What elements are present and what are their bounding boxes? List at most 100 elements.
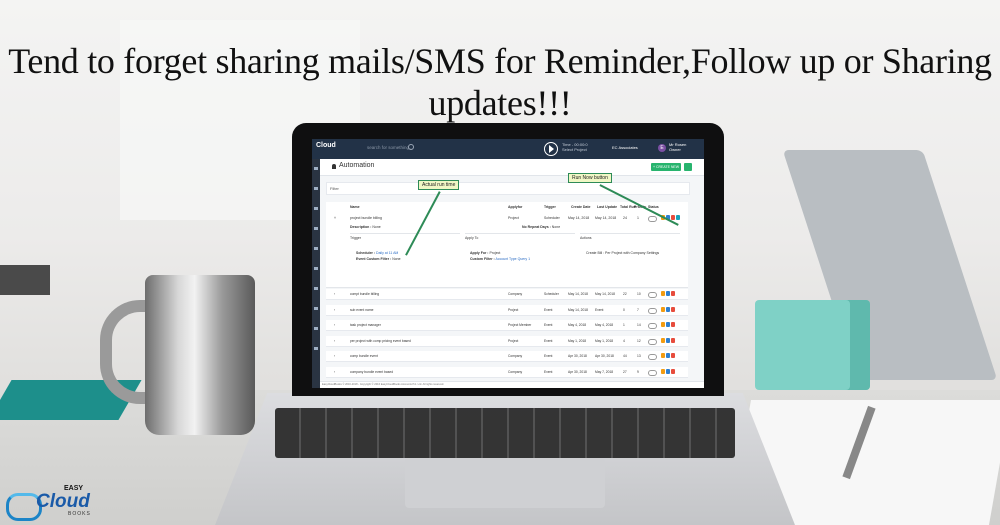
expand-chevron-icon[interactable]: › bbox=[334, 354, 335, 358]
row-apply: Company bbox=[508, 292, 523, 296]
settings-icon[interactable] bbox=[314, 227, 318, 230]
table-row[interactable] bbox=[326, 351, 688, 362]
timer[interactable]: Time - 00:00:0 Select Project bbox=[562, 142, 588, 152]
row-create-date: May 4, 2018 bbox=[568, 323, 587, 327]
delete-button[interactable] bbox=[671, 215, 675, 220]
expand-chevron-icon[interactable]: › bbox=[334, 292, 335, 296]
project-select[interactable]: Select Project bbox=[562, 147, 588, 152]
metal-mug bbox=[145, 275, 255, 435]
row-total-run: 27 bbox=[623, 369, 627, 374]
edit-button[interactable] bbox=[661, 353, 665, 358]
row-last-update: May 4, 2018 bbox=[595, 323, 614, 327]
row-create-date: Apr 30, 2018 bbox=[568, 369, 587, 374]
delete-button[interactable] bbox=[671, 291, 675, 296]
row-total-run: 22 bbox=[623, 292, 627, 296]
automation-icon[interactable] bbox=[314, 327, 318, 330]
page-title: Automation bbox=[339, 162, 375, 169]
avatar[interactable]: E bbox=[658, 144, 666, 152]
users-icon[interactable] bbox=[314, 247, 318, 250]
row-trigger: Event bbox=[544, 354, 553, 358]
dashboard-icon[interactable] bbox=[314, 187, 318, 190]
delete-button[interactable] bbox=[671, 337, 675, 343]
status-toggle[interactable] bbox=[648, 338, 657, 345]
expand-chevron-icon[interactable]: › bbox=[334, 308, 335, 312]
delete-button[interactable] bbox=[671, 353, 675, 358]
row-name: sub event name bbox=[350, 307, 374, 312]
delete-button[interactable] bbox=[671, 368, 675, 374]
status-toggle[interactable] bbox=[648, 323, 657, 329]
scheduler-field: Scheduler : Daily at 11 AM bbox=[356, 251, 399, 255]
edit-button[interactable] bbox=[661, 306, 665, 312]
expanded-row-run: 24 bbox=[623, 216, 627, 220]
row-create-date: Apr 30, 2018 bbox=[568, 354, 587, 358]
row-apply: Project bbox=[508, 338, 519, 343]
row-name: compt bundle billing bbox=[350, 292, 380, 296]
search-input[interactable]: search for something... bbox=[367, 145, 413, 150]
delete-button[interactable] bbox=[671, 322, 675, 327]
play-icon[interactable] bbox=[544, 142, 558, 156]
copy-button[interactable] bbox=[666, 322, 670, 327]
row-last-update: May 14, 2018 bbox=[595, 292, 615, 296]
org-selector[interactable]: EC Associates bbox=[612, 145, 638, 150]
calendar-icon[interactable] bbox=[314, 287, 318, 290]
reports-icon[interactable] bbox=[314, 267, 318, 270]
list-icon[interactable] bbox=[314, 207, 318, 210]
expand-chevron-icon[interactable]: › bbox=[334, 370, 335, 374]
status-toggle[interactable] bbox=[648, 292, 657, 298]
collapse-chevron-icon[interactable]: ˅ bbox=[334, 216, 336, 220]
row-priority: 7 bbox=[637, 307, 639, 312]
page-header bbox=[320, 159, 704, 176]
column-header-last-update[interactable]: Last Update bbox=[597, 205, 617, 209]
expand-chevron-icon[interactable]: › bbox=[334, 339, 335, 343]
bell-icon bbox=[332, 164, 336, 169]
copy-button[interactable] bbox=[666, 353, 670, 358]
expanded-row-priority: 1 bbox=[637, 216, 639, 220]
chart-icon[interactable] bbox=[314, 307, 318, 310]
row-priority: 13 bbox=[637, 354, 641, 358]
status-toggle[interactable] bbox=[648, 354, 657, 360]
column-header-trigger[interactable]: Trigger bbox=[544, 205, 556, 209]
column-header-applyfor[interactable]: Applyfor bbox=[508, 205, 522, 209]
edit-button[interactable] bbox=[661, 322, 665, 327]
filter-bar[interactable] bbox=[326, 182, 690, 195]
app-logo[interactable]: Cloud bbox=[316, 142, 338, 156]
create-new-button[interactable]: + CREATE NEW bbox=[651, 163, 681, 171]
delete-button[interactable] bbox=[671, 306, 675, 312]
row-total-run: 1 bbox=[623, 323, 625, 327]
expanded-row-create: May 14, 2018 bbox=[568, 216, 590, 220]
user-menu[interactable]: Mr Rosen Owner bbox=[669, 142, 686, 152]
settings-button[interactable] bbox=[684, 163, 692, 171]
edit-button[interactable] bbox=[661, 368, 665, 374]
status-toggle[interactable] bbox=[648, 216, 657, 222]
copy-button[interactable] bbox=[666, 306, 670, 312]
row-name: task project manager bbox=[350, 323, 381, 327]
edit-button[interactable] bbox=[661, 337, 665, 343]
copy-button[interactable] bbox=[666, 368, 670, 374]
column-header-name[interactable]: Name bbox=[350, 205, 360, 209]
search-icon[interactable] bbox=[408, 144, 414, 150]
laptop-screen: Cloud search for something... Time - 00:… bbox=[312, 139, 704, 388]
table-row[interactable] bbox=[326, 289, 688, 300]
row-create-date: May 1, 2018 bbox=[568, 338, 587, 343]
copy-button[interactable] bbox=[666, 291, 670, 296]
expand-chevron-icon[interactable]: › bbox=[334, 323, 335, 327]
row-priority: 12 bbox=[637, 338, 641, 343]
status-toggle[interactable] bbox=[648, 369, 657, 376]
copy-button[interactable] bbox=[666, 337, 670, 343]
status-toggle[interactable] bbox=[648, 307, 657, 314]
row-priority: 14 bbox=[637, 323, 641, 327]
brand-logo: EASY Cloud BOOKS bbox=[6, 485, 96, 521]
row-last-update: Apr 30, 2018 bbox=[595, 354, 614, 358]
gear-icon[interactable] bbox=[314, 347, 318, 350]
run-now-button[interactable] bbox=[676, 215, 680, 220]
menu-icon[interactable] bbox=[314, 167, 318, 170]
row-name: comp bundle event bbox=[350, 354, 378, 358]
user-role: Owner bbox=[669, 147, 681, 152]
edit-button[interactable] bbox=[661, 291, 665, 296]
table-row[interactable] bbox=[326, 304, 688, 316]
scheduler-value[interactable]: Daily at 11 AM bbox=[376, 251, 398, 255]
column-header-create-date[interactable]: Create Date bbox=[571, 205, 590, 209]
filter-label: Filter bbox=[330, 186, 339, 191]
sidebar bbox=[312, 159, 320, 388]
footer-text: EasyCloudBooks © 2016-2018 - Copyright ©… bbox=[322, 383, 445, 386]
